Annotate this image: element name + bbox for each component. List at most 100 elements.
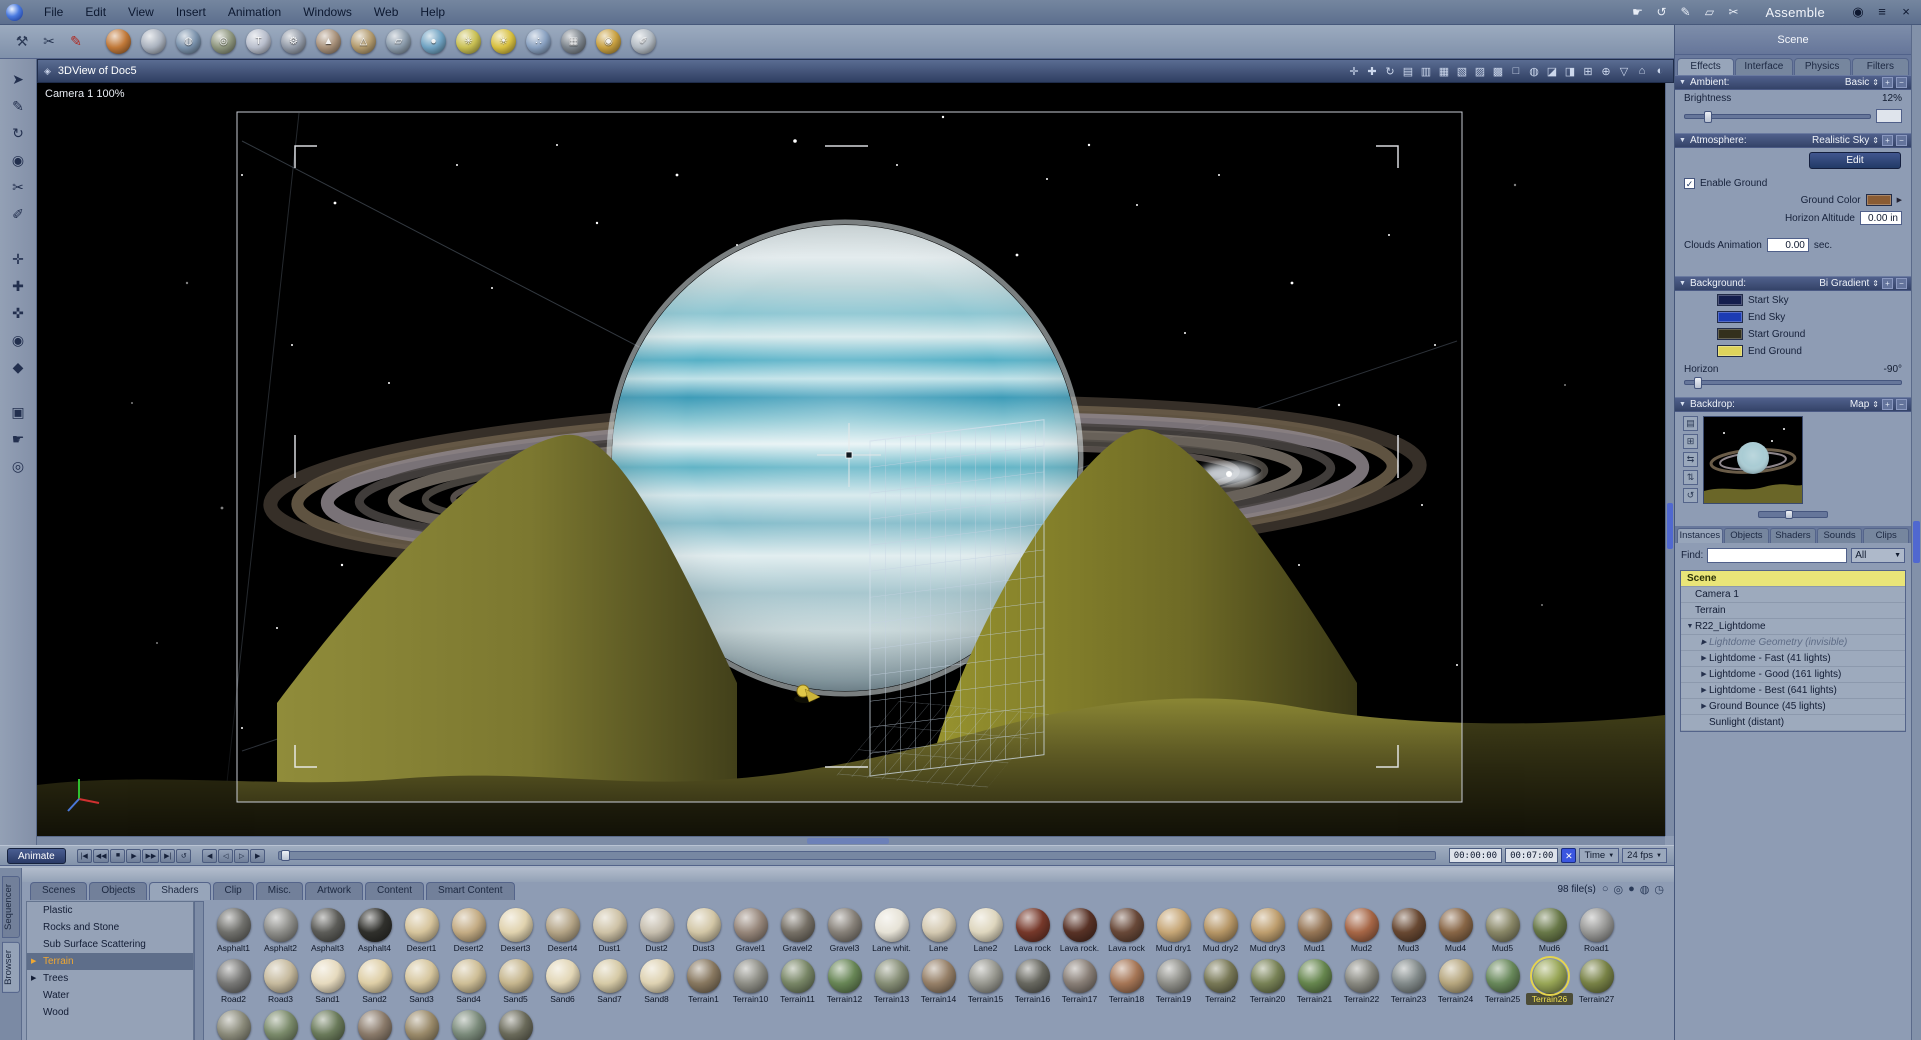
atmosphere-section-header[interactable]: ▼ Atmosphere: Realistic Sky ⇕ + − <box>1675 133 1911 148</box>
camera-track-icon[interactable]: ✛ <box>1347 65 1361 78</box>
shader-thumbnail[interactable]: Desert1 <box>398 908 445 954</box>
sphere-of-attraction-icon[interactable]: ◉ <box>5 148 32 173</box>
section-plus-icon[interactable]: + <box>1882 135 1893 146</box>
thumb-size-large-icon[interactable]: ● <box>1628 883 1635 896</box>
gouraud-mode-icon[interactable]: ▧ <box>1455 65 1469 78</box>
property-tab[interactable]: Interface <box>1735 58 1793 75</box>
scene-tree-row[interactable]: ▼ R22_Lightdome <box>1681 619 1905 635</box>
tray-side-tab[interactable]: Sequencer <box>1 876 20 938</box>
shader-thumbnail[interactable]: Dust3 <box>680 908 727 954</box>
shader-thumbnail[interactable]: Terrain13 <box>868 959 915 1005</box>
timeline-scrubber[interactable] <box>278 850 1436 861</box>
ground-color-swatch[interactable] <box>1865 194 1892 206</box>
shader-thumbnail[interactable]: Gravel1 <box>727 908 774 954</box>
spiky-particle-tool-icon[interactable]: ✳ <box>455 28 482 55</box>
phong-mode-icon[interactable]: ▨ <box>1473 65 1487 78</box>
shader-thumbnail[interactable]: Mud6 <box>1526 908 1573 954</box>
hscroll-thumb[interactable] <box>807 838 889 844</box>
window-menu-icon[interactable]: ≡ <box>1873 4 1891 20</box>
brightness-slider[interactable] <box>1684 110 1871 123</box>
background-mode-dropdown[interactable]: Bi Gradient <box>1819 278 1869 289</box>
scene-tree-row[interactable]: ▶ Ground Bounce (45 lights) <box>1681 699 1905 715</box>
timeline-close-button[interactable]: ✕ <box>1561 848 1577 863</box>
quick-plane-icon[interactable]: ▱ <box>1702 5 1718 19</box>
shader-thumbnail[interactable]: Terrain22 <box>1338 959 1385 1005</box>
shader-thumbnail[interactable]: Lane whit. <box>868 908 915 954</box>
scene-tree-row[interactable]: ▶ Lightdome Geometry (invisible) <box>1681 635 1905 651</box>
lit-wireframe-mode-icon[interactable]: ▥ <box>1419 65 1433 78</box>
backdrop-toggle-icon[interactable]: ◨ <box>1563 65 1577 78</box>
backdrop-move-icon[interactable]: ⇅ <box>1683 470 1698 485</box>
shader-thumbnail[interactable]: Mud4 <box>1432 908 1479 954</box>
viewport-collapse-icon[interactable]: ◈ <box>44 66 51 77</box>
shader-thumbnail[interactable]: Lava rock <box>1103 908 1150 954</box>
thumb-size-medium-icon[interactable]: ◎ <box>1614 883 1624 896</box>
section-minus-icon[interactable]: − <box>1896 399 1907 410</box>
browser-tab[interactable]: Scenes <box>30 882 88 900</box>
shader-thumbnail[interactable]: Mud dry1 <box>1150 908 1197 954</box>
pyramid-tool-icon[interactable]: ▲ <box>315 28 342 55</box>
ambient-section-header[interactable]: ▼ Ambient: Basic ⇕ + − <box>1675 75 1911 90</box>
expand-triangle-icon[interactable]: ▶ <box>1699 699 1709 714</box>
backdrop-slider-thumb[interactable] <box>1785 510 1793 519</box>
shader-thumbnail[interactable]: Terrain15 <box>962 959 1009 1005</box>
backdrop-fit-icon[interactable]: ⊞ <box>1683 434 1698 449</box>
gradient-color-swatch[interactable] <box>1717 328 1743 340</box>
move-xy-tool-icon[interactable]: ✛ <box>5 247 32 272</box>
camera-bank-icon[interactable]: ↻ <box>1383 65 1397 78</box>
shader-thumbnail[interactable]: Mud5 <box>1479 908 1526 954</box>
move-yz-tool-icon[interactable]: ✜ <box>5 301 32 326</box>
expand-triangle-icon[interactable]: ▶ <box>31 970 36 987</box>
browser-tab[interactable]: Clip <box>212 882 254 900</box>
delete-key-button[interactable]: ◁ <box>218 848 234 863</box>
shader-thumbnail[interactable] <box>351 1010 398 1040</box>
backdrop-zoom-slider[interactable] <box>1758 510 1828 519</box>
shader-thumbnail[interactable]: Terrain10 <box>727 959 774 1005</box>
menu-view[interactable]: View <box>117 0 165 24</box>
menu-animation[interactable]: Animation <box>217 0 292 24</box>
shader-thumbnail[interactable]: Terrain23 <box>1385 959 1432 1005</box>
shader-thumbnail[interactable]: Gravel3 <box>821 908 868 954</box>
menu-windows[interactable]: Windows <box>292 0 363 24</box>
wrench-icon[interactable]: ⚒ <box>10 30 34 54</box>
shader-thumbnail[interactable] <box>210 1010 257 1040</box>
shader-thumbnail[interactable]: Asphalt1 <box>210 908 257 954</box>
shader-thumbnail[interactable]: Terrain17 <box>1056 959 1103 1005</box>
preview-quality-icon[interactable]: ◍ <box>1527 65 1541 78</box>
horizon-slider-thumb[interactable] <box>1693 377 1702 389</box>
shader-thumbnail[interactable]: Terrain25 <box>1479 959 1526 1005</box>
horizon-altitude-field[interactable]: 0.00 in <box>1860 211 1902 225</box>
shader-thumbnail[interactable]: Dust1 <box>586 908 633 954</box>
quick-hand-icon[interactable]: ☛ <box>1630 5 1646 19</box>
pan-hand-tool-icon[interactable]: ☛ <box>5 427 32 452</box>
sphere-tool-icon[interactable] <box>105 28 132 55</box>
clouds-animation-field[interactable]: 0.00 <box>1766 238 1809 252</box>
category-scrollbar[interactable] <box>194 901 204 1040</box>
scene-tree-root[interactable]: Scene <box>1681 571 1905 587</box>
property-tab[interactable]: Filters <box>1851 58 1909 75</box>
sun-light-tool-icon[interactable]: ☀ <box>490 28 517 55</box>
background-section-header[interactable]: ▼ Background: Bi Gradient ⇕ + − <box>1675 276 1911 291</box>
shader-thumbnail[interactable]: Desert4 <box>539 908 586 954</box>
browser-tab[interactable]: Objects <box>89 882 148 900</box>
shader-category-row[interactable]: ▶ Trees <box>27 970 193 987</box>
section-minus-icon[interactable]: − <box>1896 135 1907 146</box>
shader-thumbnail[interactable]: Road3 <box>257 959 304 1005</box>
shader-thumbnail[interactable]: Sand3 <box>398 959 445 1005</box>
hierarchy-tab[interactable]: Instances <box>1677 528 1723 543</box>
shader-category-row[interactable]: Sub Surface Scattering <box>27 936 193 953</box>
section-plus-icon[interactable]: + <box>1882 77 1893 88</box>
rotate-tool-icon[interactable]: ↻ <box>5 121 32 146</box>
shader-thumbnail[interactable]: Desert2 <box>445 908 492 954</box>
shader-thumbnail[interactable]: Desert3 <box>492 908 539 954</box>
expand-triangle-icon[interactable]: ▼ <box>1685 619 1695 634</box>
atmosphere-mode-dropdown[interactable]: Realistic Sky <box>1812 135 1869 146</box>
ambient-preview-swatch[interactable] <box>1876 109 1902 123</box>
train-tool-icon[interactable]: ▦ <box>560 28 587 55</box>
shader-thumbnail[interactable]: Terrain14 <box>915 959 962 1005</box>
eye-icon[interactable]: ◉ <box>1849 4 1867 20</box>
edit-button[interactable]: Edit <box>1809 152 1901 169</box>
shader-thumbnail[interactable] <box>398 1010 445 1040</box>
shader-category-row[interactable]: Water <box>27 987 193 1004</box>
backdrop-section-header[interactable]: ▼ Backdrop: Map ⇕ + − <box>1675 397 1911 412</box>
